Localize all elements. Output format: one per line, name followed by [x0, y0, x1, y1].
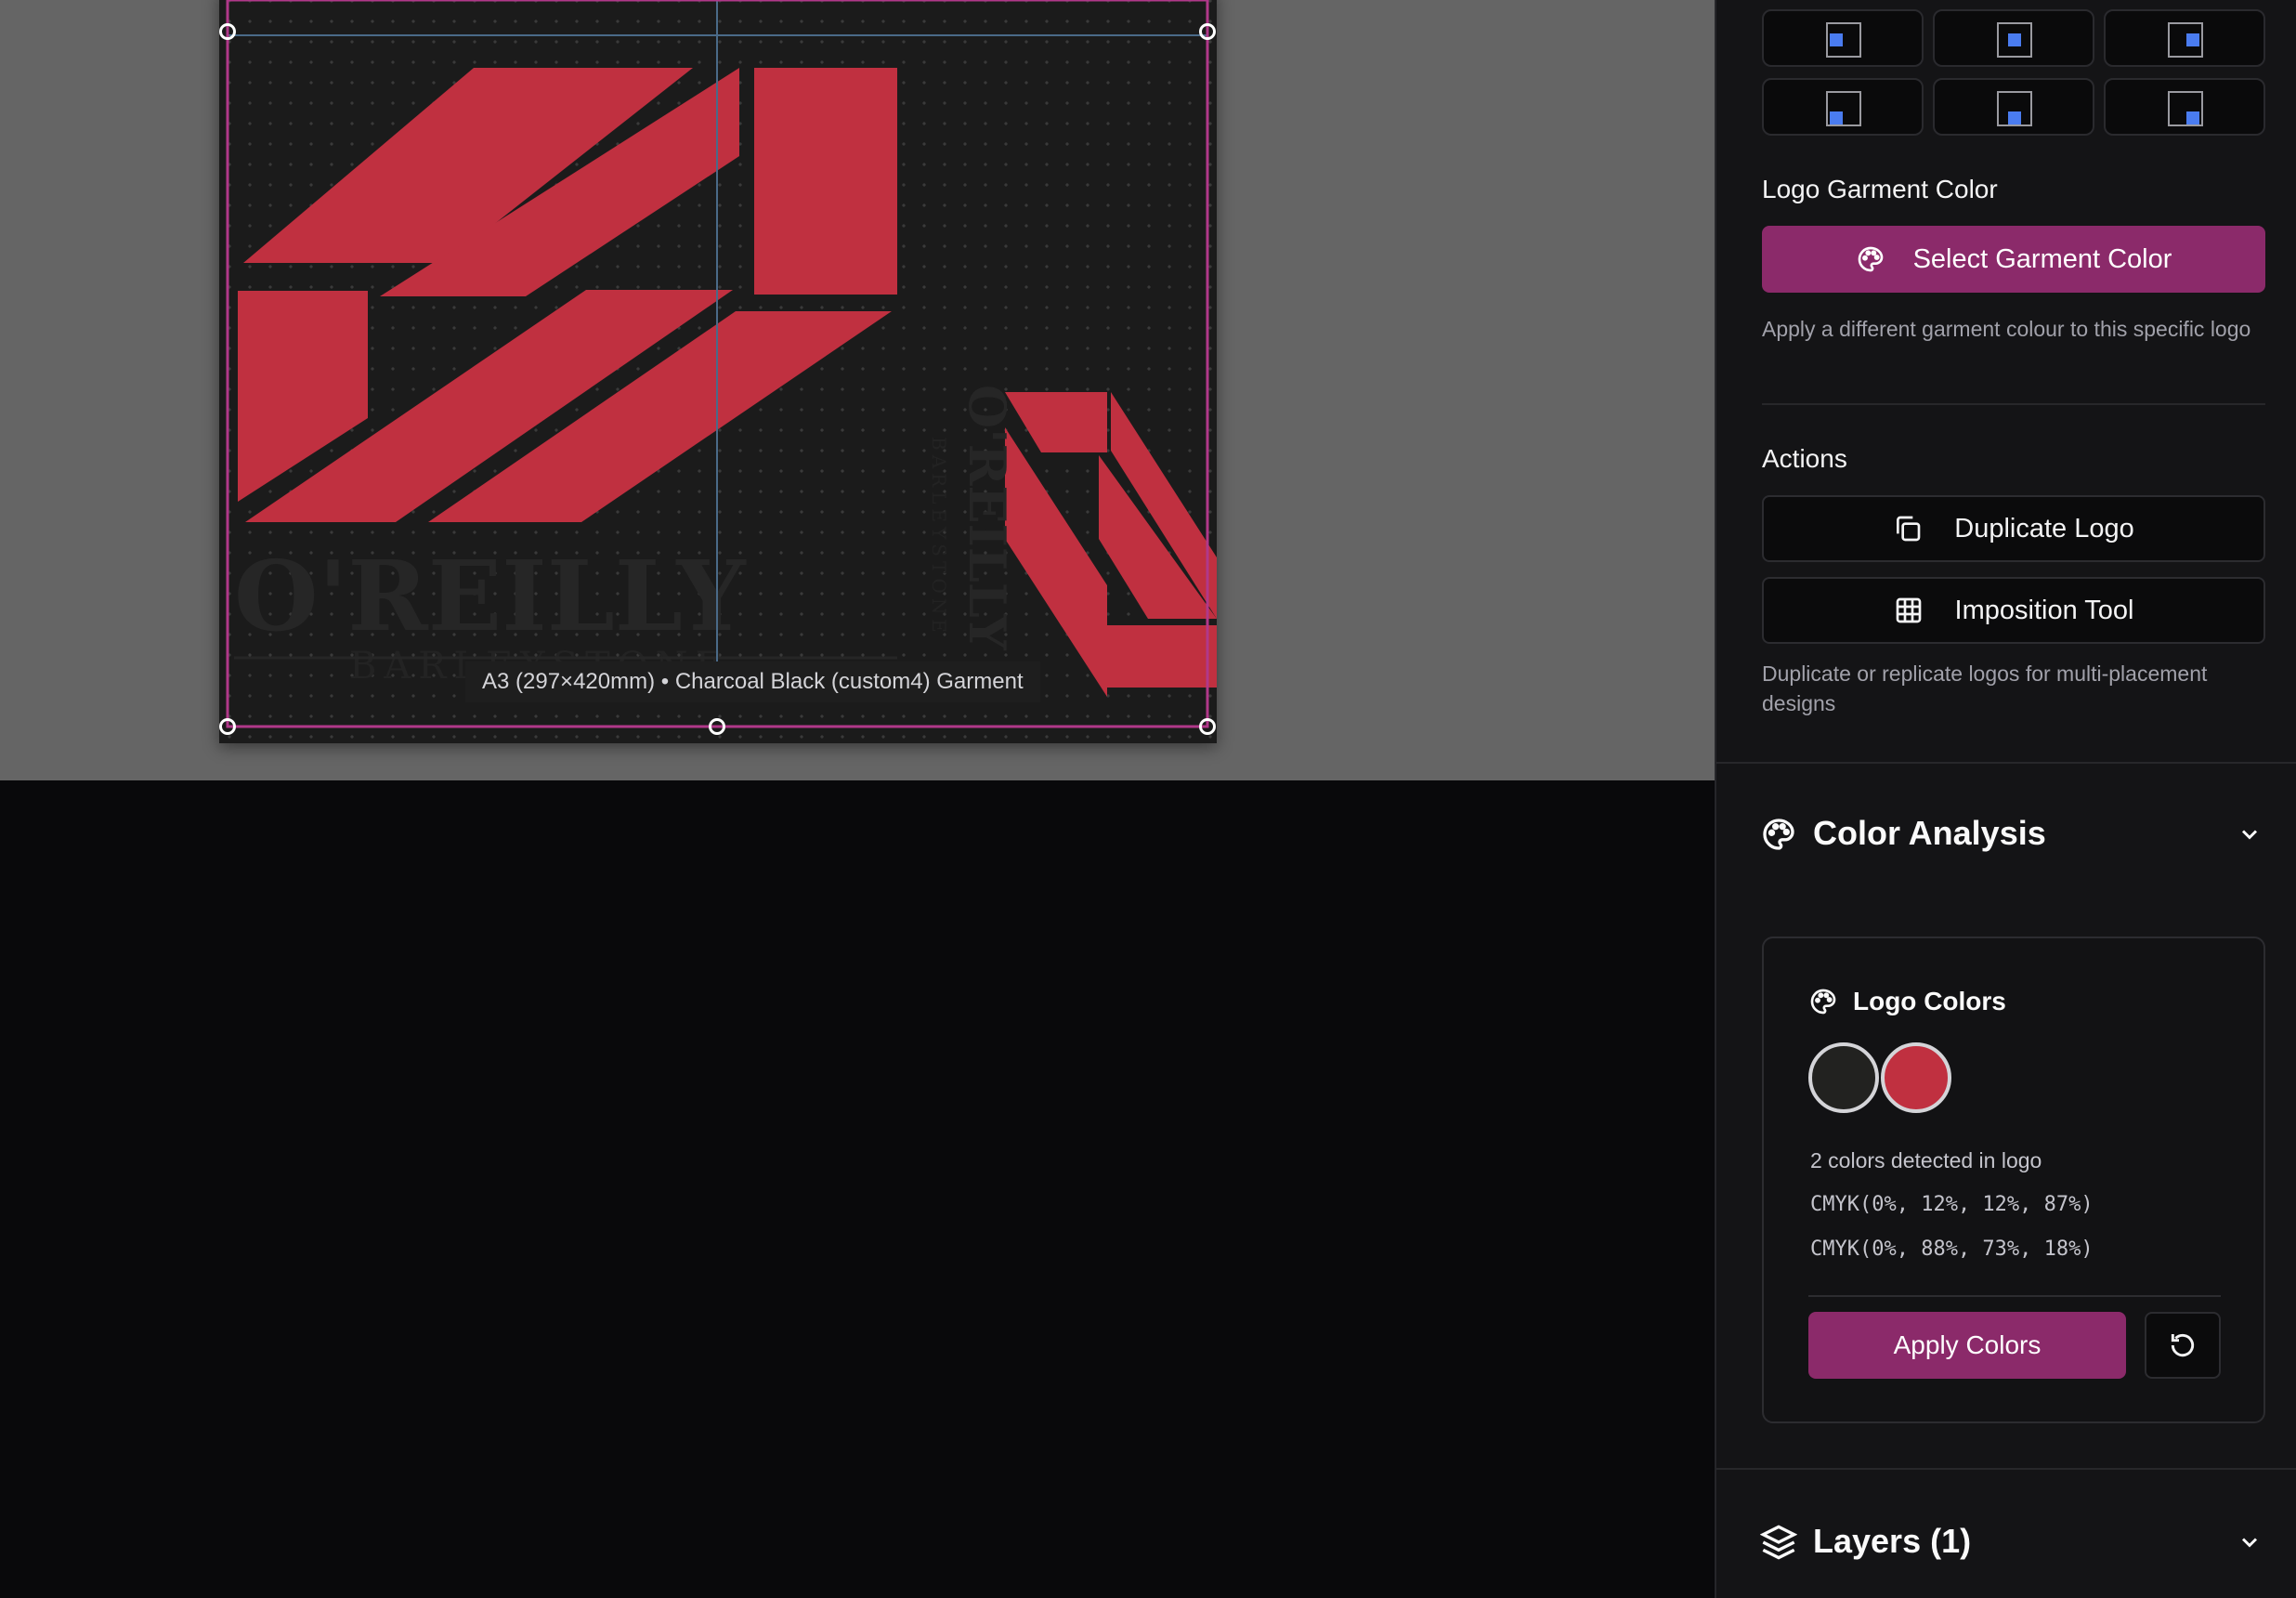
colors-detected-text: 2 colors detected in logo — [1810, 1148, 2042, 1172]
palette-icon — [1763, 819, 1794, 850]
align-center-icon — [1997, 22, 2032, 58]
resize-handle-bottom-right[interactable] — [1199, 718, 1216, 735]
imposition-tool-label: Imposition Tool — [1954, 595, 2134, 625]
color-swatch-charcoal[interactable] — [1808, 1042, 1879, 1113]
resize-handle-bottom-left[interactable] — [219, 718, 236, 735]
svg-text:BARLEYSTONE: BARLEYSTONE — [928, 437, 950, 637]
logo-colors-title: Logo Colors — [1853, 987, 2006, 1015]
garment-color-label: Logo Garment Color — [1762, 175, 1998, 203]
chevron-down-icon[interactable] — [2237, 821, 2263, 847]
svg-text:O'REILLY: O'REILLY — [234, 539, 747, 653]
palette-icon — [1858, 246, 1883, 272]
copy-icon — [1897, 516, 1921, 542]
color-analysis-title: Color Analysis — [1813, 814, 2046, 852]
logo-colors-card: Logo Colors 2 colors detected in logo CM… — [1762, 937, 2265, 1423]
actions-label: Actions — [1762, 444, 1847, 473]
duplicate-logo-label: Duplicate Logo — [1954, 513, 2134, 544]
layers-title: Layers (1) — [1813, 1522, 1972, 1560]
cmyk-value: CMYK(0%, 88%, 73%, 18%) — [1810, 1238, 2094, 1261]
resize-handle-top-left[interactable] — [219, 23, 236, 40]
duplicate-logo-button[interactable]: Duplicate Logo — [1762, 495, 2265, 562]
select-garment-color-label: Select Garment Color — [1912, 243, 2172, 274]
align-bottom-left-button[interactable] — [1762, 78, 1924, 136]
align-middle-right-icon — [2168, 22, 2203, 58]
align-middle-right-button[interactable] — [2104, 9, 2265, 67]
cmyk-value: CMYK(0%, 12%, 12%, 87%) — [1810, 1193, 2094, 1216]
garment-color-help: Apply a different garment colour to this… — [1762, 317, 2251, 341]
align-bottom-center-icon — [1997, 91, 2032, 126]
logo-mark-small[interactable]: O'REILLY BARLEYSTONE — [928, 385, 1217, 697]
grid-icon — [1896, 597, 1921, 623]
svg-text:O'REILLY: O'REILLY — [958, 385, 1017, 651]
layers-icon — [1760, 1525, 1797, 1560]
color-swatch-red[interactable] — [1881, 1042, 1951, 1113]
actions-help: Duplicate or replicate logos for multi-p… — [1762, 661, 2208, 715]
reset-icon — [2171, 1333, 2195, 1357]
artboard[interactable]: O'REILLY BARLEYSTONE O'REILLY BARLEYSTON… — [219, 0, 1217, 743]
properties-sidebar: Logo Garment Color Select Garment Color … — [1715, 0, 2296, 1598]
align-bottom-left-icon — [1826, 91, 1861, 126]
palette-icon — [1810, 989, 1836, 1015]
card-divider — [1808, 1295, 2221, 1297]
reset-colors-button[interactable] — [2145, 1312, 2221, 1379]
select-garment-color-button[interactable]: Select Garment Color — [1762, 226, 2265, 293]
workspace: O'REILLY BARLEYSTONE O'REILLY BARLEYSTON… — [0, 0, 1715, 1598]
align-middle-left-button[interactable] — [1762, 9, 1924, 67]
imposition-tool-button[interactable]: Imposition Tool — [1762, 577, 2265, 644]
resize-handle-bottom-center[interactable] — [709, 718, 725, 735]
panel-divider — [1716, 1468, 2296, 1470]
align-bottom-right-icon — [2168, 91, 2203, 126]
align-bottom-right-button[interactable] — [2104, 78, 2265, 136]
garment-info-label: A3 (297×420mm) • Charcoal Black (custom4… — [465, 661, 1040, 702]
align-center-button[interactable] — [1933, 9, 2094, 67]
chevron-down-icon[interactable] — [2237, 1529, 2263, 1555]
logo-mark-large[interactable] — [238, 68, 897, 522]
resize-handle-top-right[interactable] — [1199, 23, 1216, 40]
panel-divider — [1716, 762, 2296, 764]
align-bottom-center-button[interactable] — [1933, 78, 2094, 136]
apply-colors-button[interactable]: Apply Colors — [1808, 1312, 2126, 1379]
align-middle-left-icon — [1826, 22, 1861, 58]
section-divider — [1762, 403, 2265, 405]
logo-artwork[interactable]: O'REILLY BARLEYSTONE O'REILLY BARLEYSTON… — [219, 0, 1217, 743]
